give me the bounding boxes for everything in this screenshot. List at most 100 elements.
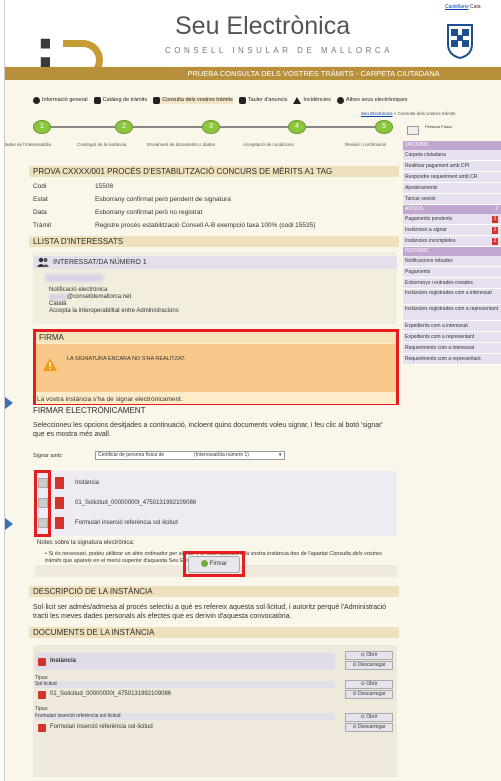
sidebar-item[interactable]: Apoderaments [403, 183, 501, 194]
doc-row-name: 01_Solicitud_00000000t_4750131992109086 [50, 691, 172, 697]
menu-incidencies[interactable]: Incidències [293, 96, 331, 104]
lang-catala-link[interactable]: Cata [470, 4, 481, 10]
menu-info-general[interactable]: Informació general [33, 96, 88, 104]
menu-label: Catàleg de tràmits [102, 97, 148, 103]
sidebar-item[interactable]: Pagaments [403, 267, 501, 278]
breadcrumb-current: > Consulta dels vostres tràmits [392, 111, 456, 116]
doc-row-name: Instància [50, 658, 77, 664]
doc-type-value: Formulari inserció referència sol·licitu… [35, 713, 335, 720]
doc-name: Formulari inserció referència sol·licitu… [75, 520, 178, 526]
description-text: Sol·licit ser admès/admesa al procés sel… [33, 604, 387, 620]
notes-title: Notes sobre la signatura electrònica: [37, 540, 135, 546]
row-key: Data [33, 209, 47, 216]
page-title-bar: PRUEBA CONSULTA DELS VOSTRES TRÀMITS - C… [5, 67, 501, 80]
sidebar-item[interactable]: Carpeta ciutadana [403, 150, 501, 161]
step-5-label: Revisió i confirmació [345, 142, 387, 147]
globe-icon [336, 96, 344, 104]
cert-option: Certificat de persona física de [98, 452, 165, 458]
download-button[interactable]: ⊙ Descarregar [345, 661, 393, 670]
menu-label: Altres seus electròniques [345, 97, 408, 103]
breadcrumb: Seu Electrònica > Consulta dels vostres … [361, 111, 455, 116]
menu-altres-seus[interactable]: Altres seus electròniques [336, 96, 408, 104]
download-label: Descarregar [358, 662, 386, 668]
row-value: Registre procés estabilització Consell A… [95, 222, 316, 229]
open-button[interactable]: ⊙ Obrir [345, 651, 393, 660]
sidebar-item[interactable]: Expedients com a representant [403, 332, 501, 343]
user-type: Persona Física [425, 124, 452, 129]
sidebar-item-avis[interactable]: Instàncies a signar 1 [403, 225, 501, 236]
open-label: Obrir [366, 714, 378, 720]
menu-tauler[interactable]: Tauler d'anuncis [238, 96, 288, 104]
sidebar-item[interactable]: Instàncies registrades com a interessat [403, 289, 501, 305]
main-menu: Informació general Catàleg de tràmits Co… [5, 92, 501, 108]
lang-castellano-link[interactable]: Castellano [445, 4, 469, 10]
options-head: OPCIONS [403, 141, 501, 150]
warning-icon [293, 96, 302, 104]
row-key: Estat [33, 196, 48, 203]
step-2: 2 [115, 120, 133, 134]
pdf-icon [38, 691, 46, 699]
interested-section-title: LLISTA D'INTERESSATS [29, 236, 399, 247]
sidebar-item[interactable]: Requeriments com a representant [403, 354, 501, 365]
notification-type: Notificació electrònica [49, 287, 108, 293]
step-3: 3 [202, 120, 220, 134]
doc-name: 01_Solicitud_00000000t_4750131992109086 [75, 500, 197, 506]
sidebar-item[interactable]: Tancar sessió [403, 194, 501, 205]
download-label: Descarregar [358, 724, 386, 730]
sidebar-item[interactable]: Esborranys i entrades creades [403, 278, 501, 289]
pdf-icon [55, 497, 64, 509]
pdf-icon [38, 658, 46, 666]
open-button[interactable]: ⊙ Obrir [345, 680, 393, 689]
menu-label: Informació general [42, 97, 88, 103]
step-4: 4 [288, 120, 306, 134]
step-2-label: Contingut de la instància [77, 142, 127, 147]
users-icon [37, 257, 49, 267]
menu-cataleg[interactable]: Catàleg de tràmits [93, 96, 148, 104]
menu-label: Incidències [303, 97, 331, 103]
sign-with-label: Signar amb: [33, 453, 63, 459]
certificate-select[interactable]: Certificat de persona física de (Interes… [95, 451, 285, 460]
sidebar-item[interactable]: Realitzar pagament amb CPI [403, 161, 501, 172]
download-button[interactable]: ⊙ Descarregar [345, 723, 393, 732]
avisos-label: AVISOS [405, 206, 424, 212]
avisos-count: 2 [495, 206, 498, 212]
sidebar-item[interactable]: Instàncies registrades com a representan… [403, 305, 501, 321]
coat-of-arms-icon [447, 24, 473, 59]
row-value: 15508 [95, 183, 114, 190]
page-title: PRUEBA CONSULTA DELS VOSTRES TRÀMITS - C… [187, 69, 440, 78]
sidebar-item[interactable]: Notificacions rebudes [403, 256, 501, 267]
row-value: Esborrany confirmat però no registrat [95, 209, 203, 216]
description-title: DESCRIPCIÓ DE LA INSTÀNCIA [29, 586, 399, 597]
id-card-icon [407, 126, 419, 135]
pdf-icon [38, 724, 46, 732]
sidebar-item-avis[interactable]: Pagaments pendents 1 [403, 214, 501, 225]
folder-icon [153, 96, 161, 104]
row-value: Esborrany confirmat però pendent de sign… [95, 196, 231, 203]
redacted-email [49, 294, 67, 300]
breadcrumb-home-link[interactable]: Seu Electrònica [361, 111, 393, 116]
site-subtitle: CONSELL INSULAR DE MALLORCA [165, 46, 394, 55]
avis-badge: 2 [492, 238, 498, 245]
menu-label: Tauler d'anuncis [247, 97, 288, 103]
sidebar-item-avis[interactable]: Instàncies incompletes 2 [403, 236, 501, 247]
sidebar-item[interactable]: Requeriments com a interessat [403, 343, 501, 354]
docs-title: DOCUMENTS DE LA INSTÀNCIA [29, 627, 399, 638]
avisos-head: AVISOS 2 [403, 205, 501, 214]
sidebar-item[interactable]: Respondre requeriment amb CR [403, 172, 501, 183]
highlight-checkboxes [34, 470, 51, 537]
board-icon [238, 96, 246, 104]
chevron-down-icon: ▾ [278, 452, 282, 458]
doc-name: Instància [75, 480, 100, 486]
menu-consulta[interactable]: Consulta dels vostres tràmits [153, 96, 233, 104]
language-links: Castellano Cata [445, 4, 481, 10]
arrow-pointer-icon [5, 397, 13, 409]
step-1: 1 [33, 120, 51, 134]
download-button[interactable]: ⊙ Descarregar [345, 690, 393, 699]
download-label: Descarregar [358, 691, 386, 697]
history-head: HISTÒRIC [403, 247, 501, 256]
menu-label: Consulta dels vostres tràmits [162, 97, 233, 103]
doc-row-name: Formulari inserció referència sol·licitu… [50, 724, 153, 730]
user-box: Persona Física [403, 121, 501, 141]
open-button[interactable]: ⊙ Obrir [345, 713, 393, 722]
sidebar-item[interactable]: Expedients com a interessat [403, 321, 501, 332]
